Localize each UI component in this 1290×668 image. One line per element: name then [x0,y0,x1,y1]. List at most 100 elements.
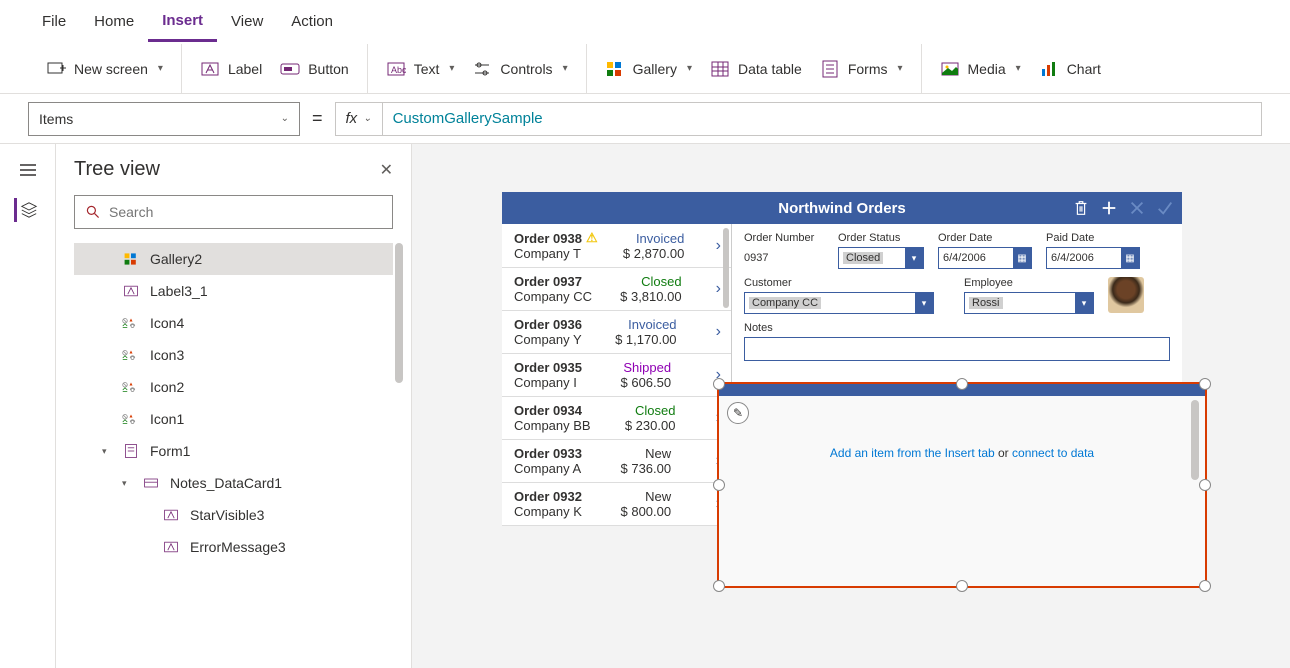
chevron-down-icon: ▾ [905,248,923,268]
tree-item[interactable]: ▾Form1 [74,435,393,467]
app-title: Northwind Orders [778,200,906,217]
formula-input[interactable]: fx⌄ CustomGallerySample [335,102,1262,136]
employee-select[interactable]: Rossi▾ [964,292,1094,314]
datatable-button[interactable]: Data table [710,59,802,79]
label-button[interactable]: Label [200,59,262,79]
notes-label: Notes [744,322,1170,334]
media-icon [940,59,960,79]
controls-icon [472,59,492,79]
menu-action[interactable]: Action [277,3,347,40]
menu-view[interactable]: View [217,3,277,40]
canvas[interactable]: Northwind Orders Order 0938 ⚠Company TIn… [412,144,1290,668]
chevron-down-icon: ▾ [158,63,163,74]
gallery-scrollbar[interactable] [1191,400,1199,480]
close-icon[interactable]: ✕ [380,160,393,180]
check-icon[interactable] [1156,199,1174,217]
new-screen-label: New screen [74,61,148,77]
chevron-down-icon: ▾ [915,293,933,313]
chevron-down-icon: ▾ [687,63,692,74]
tree-item[interactable]: ErrorMessage3 [74,531,393,563]
gallery-empty-message: Add an item from the Insert tab or conne… [719,396,1205,510]
orderdate-label: Order Date [938,232,1032,244]
tree-item[interactable]: StarVisible3 [74,499,393,531]
ribbon: New screen ▾ Label Button Abc Text ▾ Con… [0,44,1290,94]
tree-item[interactable]: Icon4 [74,307,393,339]
status-label: Order Status [838,232,924,244]
gallery-label: Gallery [633,61,677,77]
paiddate-input[interactable]: 6/4/2006▦ [1046,247,1140,269]
calendar-icon: ▦ [1121,248,1139,268]
edit-icon[interactable]: ✎ [727,402,749,424]
hamburger-icon[interactable] [16,158,40,182]
connect-data-link[interactable]: connect to data [1012,446,1094,460]
ordernum-value: 0937 [744,247,824,269]
tree-item[interactable]: Icon3 [74,339,393,371]
plus-icon[interactable] [1100,199,1118,217]
order-row[interactable]: Order 0936Company YInvoiced$ 1,170.00› [502,311,731,354]
chart-button[interactable]: Chart [1039,59,1101,79]
property-select[interactable]: Items ⌄ [28,102,300,136]
svg-text:Abc: Abc [391,65,406,75]
label-icon [162,506,180,524]
chevron-right-icon: › [710,237,721,255]
search-input[interactable] [74,195,393,229]
tree-view-panel: Tree view ✕ Gallery2 Label3_1Icon4Icon3 Ic… [56,144,412,668]
orderdate-input[interactable]: 6/4/2006▦ [938,247,1032,269]
tree-item-label: Gallery2 [150,251,202,267]
tree-items: Gallery2 Label3_1Icon4Icon3 Icon2 Icon1▾For… [74,243,393,563]
controls-button[interactable]: Controls ▾ [472,59,567,79]
tree-item-label: Icon2 [150,379,184,395]
gallery-selection[interactable]: ✎ Add an item from the Insert tab or con… [717,382,1207,588]
order-row[interactable]: Order 0935Company IShipped$ 606.50› [502,354,731,397]
notes-input[interactable] [744,337,1170,361]
order-row[interactable]: Order 0933Company ANew$ 736.00› [502,440,731,483]
button-icon [280,59,300,79]
chevron-down-icon: ▾ [897,63,902,74]
menu-file[interactable]: File [28,3,80,40]
button-button[interactable]: Button [280,59,348,79]
new-screen-button[interactable]: New screen ▾ [46,59,163,79]
label-icon [122,282,140,300]
tree-item[interactable]: Icon2 [74,371,393,403]
tree-item[interactable]: ▾Notes_DataCard1 [74,467,393,499]
order-row[interactable]: Order 0938 ⚠Company TInvoiced$ 2,870.00› [502,224,731,268]
cancel-icon[interactable] [1128,199,1146,217]
layers-icon[interactable] [14,198,38,222]
property-value: Items [39,111,73,127]
label-label: Label [228,61,262,77]
tree-item[interactable]: Gallery2 [74,243,393,275]
formula-bar: Items ⌄ = fx⌄ CustomGallerySample [0,94,1290,144]
media-button[interactable]: Media ▾ [940,59,1021,79]
order-row[interactable]: Order 0932Company KNew$ 800.00› [502,483,731,526]
iconset-icon [122,314,140,332]
screen-icon [46,59,66,79]
menu-insert[interactable]: Insert [148,2,217,42]
tree-item[interactable]: Label3_1 [74,275,393,307]
tree-title: Tree view [74,158,160,181]
tree-item-label: StarVisible3 [190,507,264,523]
chevron-down-icon: ▾ [1016,63,1021,74]
forms-icon [820,59,840,79]
formula-value: CustomGallerySample [383,110,553,127]
status-select[interactable]: Closed▾ [838,247,924,269]
menu-home[interactable]: Home [80,3,148,40]
order-row[interactable]: Order 0934Company BBClosed$ 230.00› [502,397,731,440]
search-field[interactable] [109,204,382,220]
chevron-right-icon: › [710,280,721,298]
insert-link[interactable]: Add an item from the Insert tab [830,446,995,460]
gallery-icon [122,250,140,268]
tree-item[interactable]: Icon1 [74,403,393,435]
forms-button[interactable]: Forms ▾ [820,59,903,79]
employee-avatar [1108,277,1144,313]
chart-icon [1039,59,1059,79]
media-label: Media [968,61,1006,77]
customer-select[interactable]: Company CC▾ [744,292,934,314]
tree-item-label: Form1 [150,443,190,459]
gallery-button[interactable]: Gallery ▾ [605,59,692,79]
calendar-icon: ▦ [1013,248,1031,268]
trash-icon[interactable] [1072,199,1090,217]
order-row[interactable]: Order 0937Company CCClosed$ 3,810.00› [502,268,731,311]
order-list[interactable]: Order 0938 ⚠Company TInvoiced$ 2,870.00›… [502,224,732,526]
chevron-right-icon: › [710,323,721,341]
text-button[interactable]: Abc Text ▾ [386,59,455,79]
